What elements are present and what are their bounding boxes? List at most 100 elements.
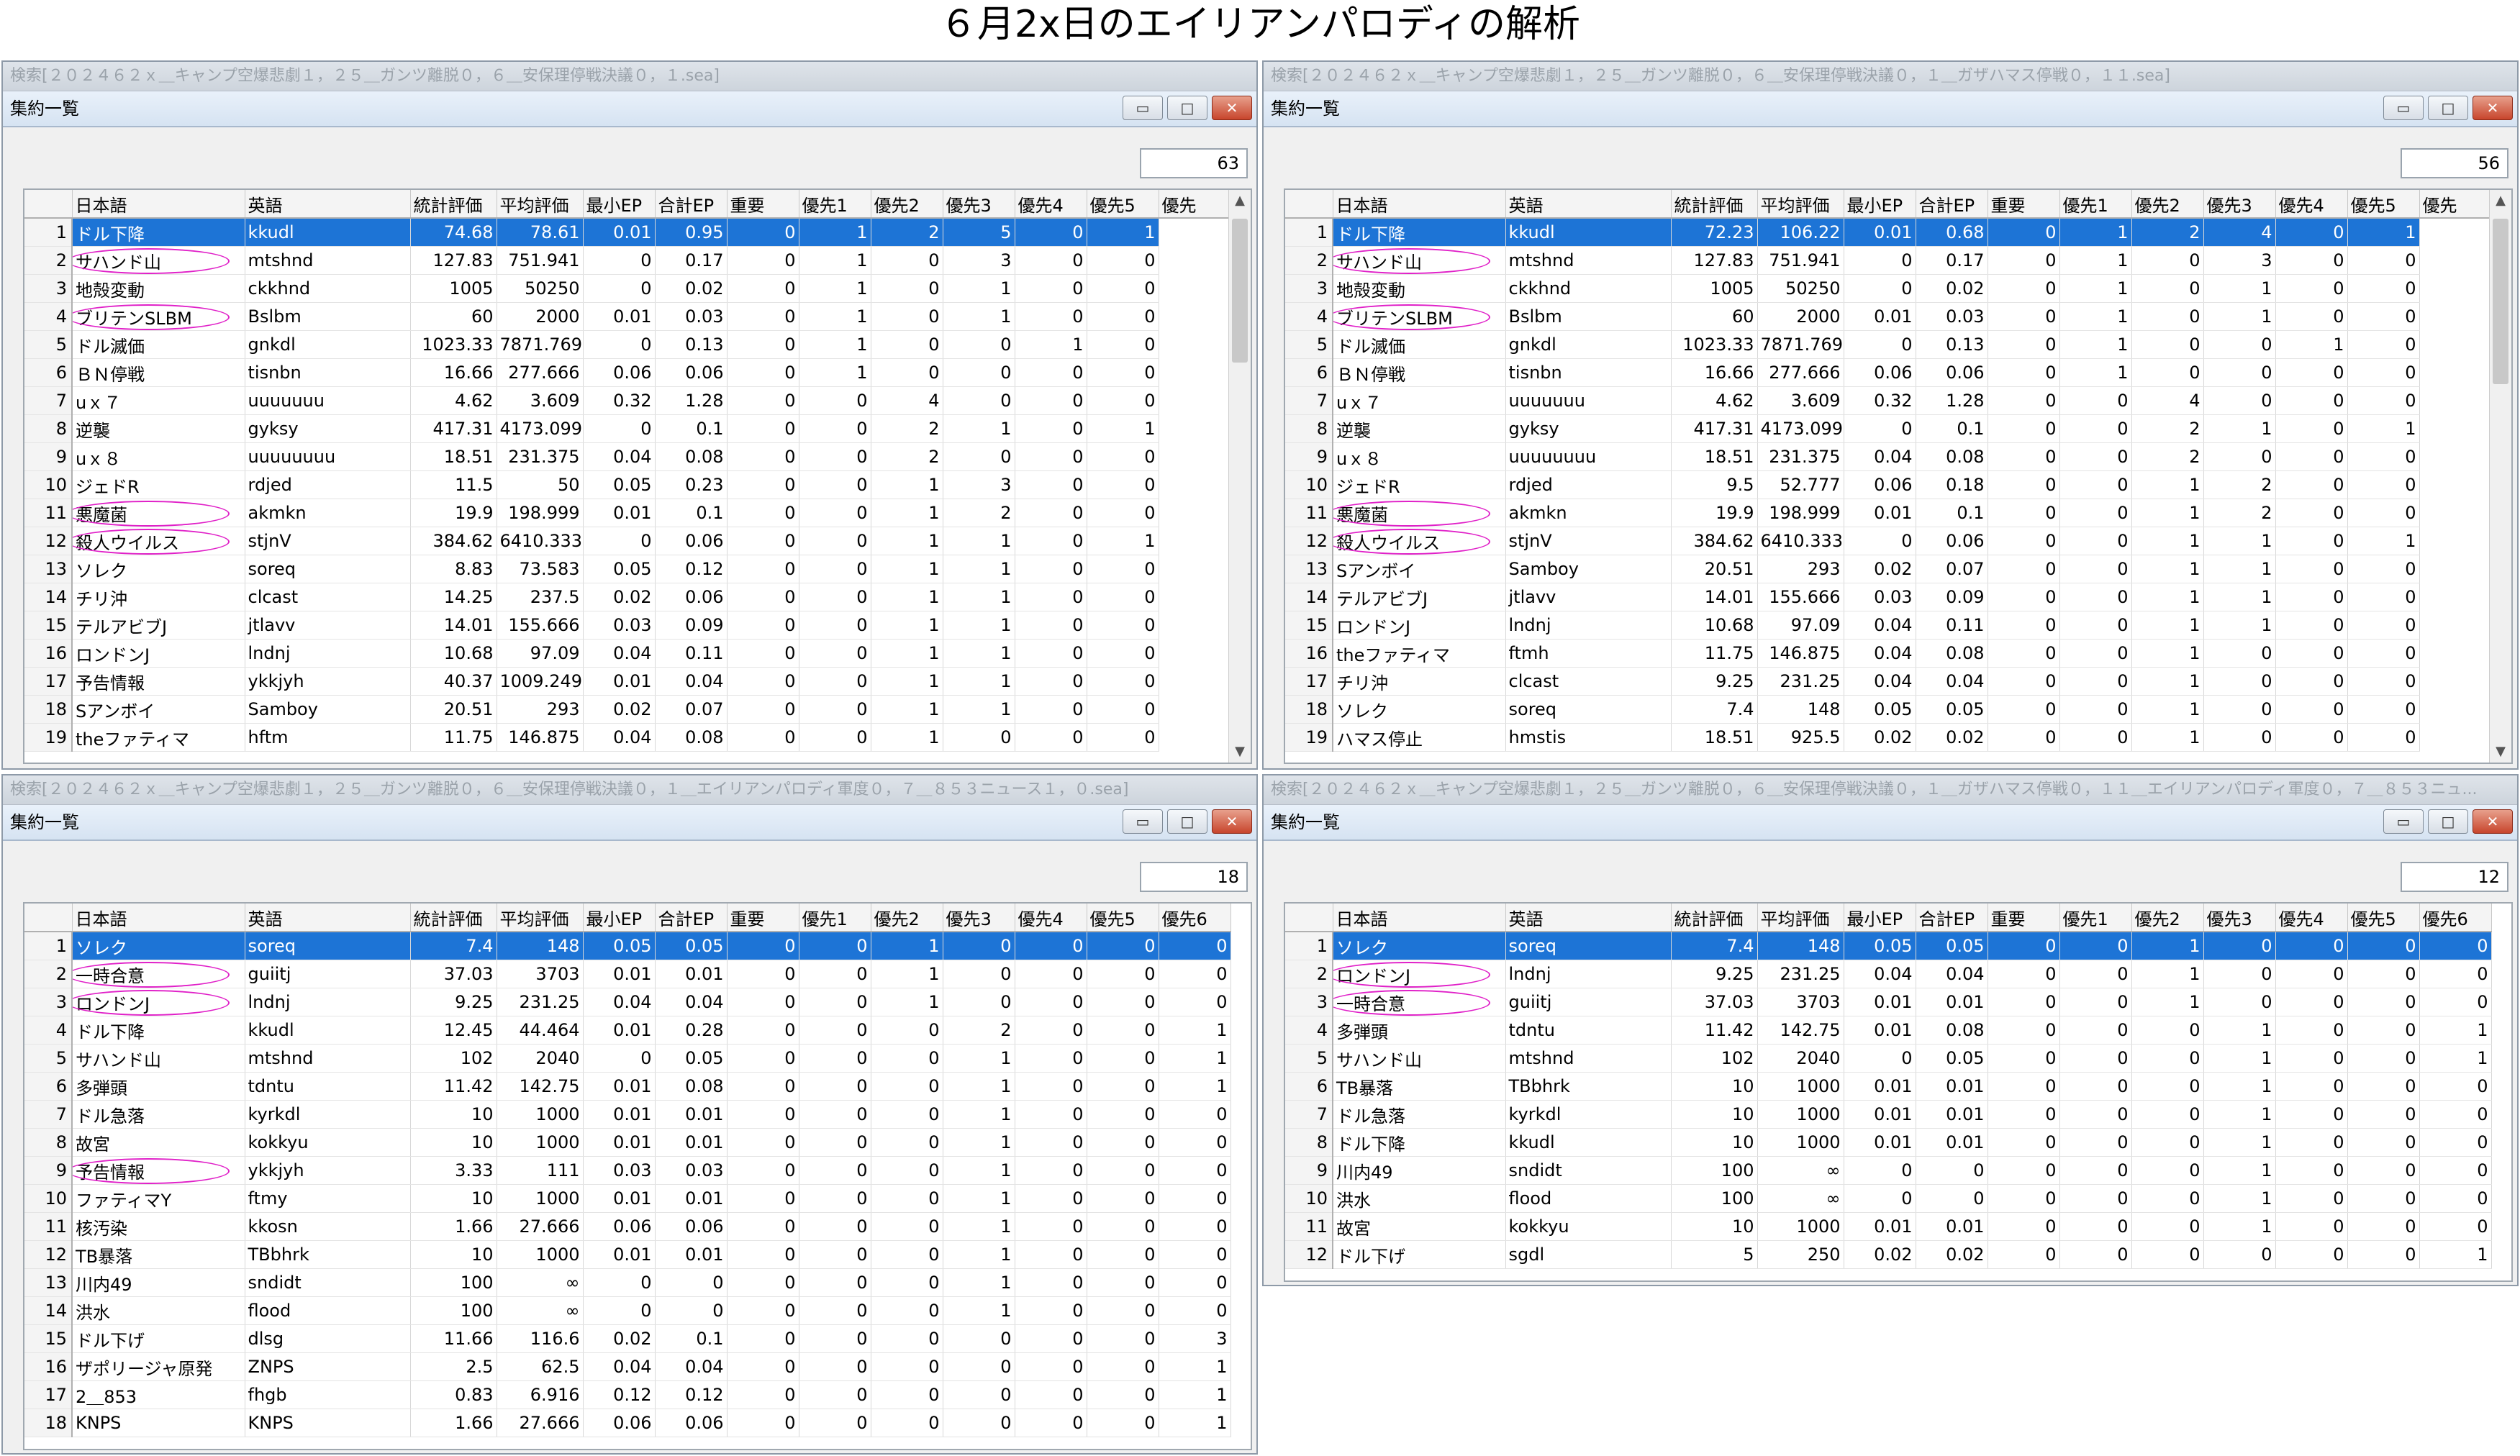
table-row[interactable]: 6 多弾頭 tdntu 11.42 142.75 0.01 0.08 0 0 0 1 0 0 1 xyxy=(24,1072,1231,1101)
table-row[interactable]: 9 予告情報 ykkjyh 3.33 111 0.03 0.03 0 0 0 1 0 0 0 xyxy=(24,1156,1231,1185)
table-row[interactable]: 15 ドル下げ dlsg 11.66 116.6 0.02 0.1 0 0 0 0 0 0 3 xyxy=(24,1324,1231,1353)
minimize-button[interactable]: ▭ xyxy=(2383,96,2424,120)
column-header[interactable]: 最小EP xyxy=(1844,904,1916,932)
table-row[interactable]: 11 核汚染 kkosn 1.66 27.666 0.06 0.06 0 0 0 1 0 0 0 xyxy=(24,1212,1231,1241)
table-row[interactable]: 8 ドル下降 kkudl 10 1000 0.01 0.01 0 0 0 1 0 0 0 xyxy=(1285,1128,2492,1157)
table-row[interactable]: 10 ジェドR rdjed 9.5 52.777 0.06 0.18 0 0 1 2 0 0 xyxy=(1285,470,2491,499)
table-row[interactable]: 1 ドル下降 kkudl 74.68 78.61 0.01 0.95 0 1 2 5 0 1 xyxy=(24,218,1230,247)
column-header[interactable]: 優先3 xyxy=(2203,190,2276,219)
table-row[interactable]: 11 悪魔菌 akmkn 19.9 198.999 0.01 0.1 0 0 1 2 0 0 xyxy=(24,499,1230,527)
maximize-button[interactable]: □ xyxy=(1167,809,1207,834)
table-row[interactable]: 4 多弾頭 tdntu 11.42 142.75 0.01 0.08 0 0 0 1 0 0 1 xyxy=(1285,1016,2492,1045)
column-header[interactable]: 最小EP xyxy=(583,904,656,932)
column-header[interactable]: 優先6 xyxy=(2419,904,2492,932)
table-row[interactable]: 13 川内49 sndidt 100 ∞ 0 0 0 0 0 1 0 0 0 xyxy=(24,1268,1231,1297)
table-row[interactable]: 8 故宮 kokkyu 10 1000 0.01 0.01 0 0 0 1 0 0 0 xyxy=(24,1128,1231,1157)
column-header[interactable]: 日本語 xyxy=(72,190,245,219)
column-header[interactable]: 合計EP xyxy=(655,190,728,219)
table-row[interactable]: 14 テルアビブJ jtlavv 14.01 155.666 0.03 0.09 0 0 1 1 0 0 xyxy=(1285,583,2491,611)
table-row[interactable]: 1 ソレク soreq 7.4 148 0.05 0.05 0 0 1 0 0 0 0 xyxy=(1285,932,2492,960)
results-grid[interactable]: 日本語 英語 統計評価 平均評価 最小EP 合計EP 重要 優先1 優先2 優先3 優先4 優先5 優先… xyxy=(1284,188,2513,764)
close-button[interactable]: ✕ xyxy=(1212,809,1252,834)
column-header[interactable]: 優先3 xyxy=(943,190,1015,219)
column-header[interactable]: 重要 xyxy=(727,904,799,932)
table-row[interactable]: 18 ソレク soreq 7.4 148 0.05 0.05 0 0 1 0 0 0 xyxy=(1285,695,2491,724)
table-row[interactable]: 3 一時合意 guiitj 37.03 3703 0.01 0.01 0 0 1 0 0 0 0 xyxy=(1285,988,2492,1016)
results-grid[interactable]: 日本語 英語 統計評価 平均評価 最小EP 合計EP 重要 優先1 優先2 優先3 優先4 優先5 優先… xyxy=(23,902,1252,1450)
table-row[interactable]: 11 悪魔菌 akmkn 19.9 198.999 0.01 0.1 0 0 1 2 0 0 xyxy=(1285,499,2491,527)
column-header[interactable]: 優先5 xyxy=(1087,904,1159,932)
table-row[interactable]: 5 サハンド山 mtshnd 102 2040 0 0.05 0 0 0 1 0 0 1 xyxy=(24,1044,1231,1073)
table-row[interactable]: 19 ハマス停止 hmstis 18.51 925.5 0.02 0.02 0 0 1 0 0 0 xyxy=(1285,723,2491,752)
table-row[interactable]: 7 ドル急落 kyrkdl 10 1000 0.01 0.01 0 0 0 1 0 0 0 xyxy=(1285,1100,2492,1129)
close-button[interactable]: ✕ xyxy=(2473,809,2513,834)
table-row[interactable]: 7 uｘ７ uuuuuuu 4.62 3.609 0.32 1.28 0 0 4 0 0 0 xyxy=(1285,386,2491,415)
table-row[interactable]: 10 ジェドR rdjed 11.5 50 0.05 0.23 0 0 1 3 0 0 xyxy=(24,470,1230,499)
table-row[interactable]: 19 theファティマ hftm 11.75 146.875 0.04 0.08 0 0 1 0 0 0 xyxy=(24,723,1230,752)
table-row[interactable]: 6 TB暴落 TBbhrk 10 1000 0.01 0.01 0 0 0 1 0 0 0 xyxy=(1285,1072,2492,1101)
table-row[interactable]: 2 一時合意 guiitj 37.03 3703 0.01 0.01 0 0 1 0 0 0 0 xyxy=(24,960,1231,988)
column-header[interactable]: 優先5 xyxy=(2347,904,2420,932)
close-button[interactable]: ✕ xyxy=(2473,96,2513,120)
column-header[interactable]: 優先2 xyxy=(2131,190,2204,219)
table-row[interactable]: 15 ロンドンJ lndnj 10.68 97.09 0.04 0.11 0 0 1 1 0 0 xyxy=(1285,611,2491,640)
table-row[interactable]: 4 ブリテンSLBM Bslbm 60 2000 0.01 0.03 0 1 0 1 0 0 xyxy=(1285,302,2491,331)
scroll-up-icon[interactable]: ▲ xyxy=(1229,190,1251,211)
column-header[interactable]: 重要 xyxy=(727,190,799,219)
column-header[interactable]: 優先3 xyxy=(943,904,1015,932)
column-header[interactable]: 優先2 xyxy=(871,904,943,932)
table-row[interactable]: 4 ブリテンSLBM Bslbm 60 2000 0.01 0.03 0 1 0 1 0 0 xyxy=(24,302,1230,331)
column-header[interactable]: 優先4 xyxy=(2275,190,2348,219)
scroll-down-icon[interactable]: ▼ xyxy=(1229,741,1251,763)
column-header[interactable]: 統計評価 xyxy=(1671,190,1758,219)
table-row[interactable]: 5 サハンド山 mtshnd 102 2040 0 0.05 0 0 0 1 0 0 1 xyxy=(1285,1044,2492,1073)
table-row[interactable]: 10 洪水 flood 100 ∞ 0 0 0 0 0 1 0 0 0 xyxy=(1285,1184,2492,1213)
table-row[interactable]: 18 Sアンボイ Samboy 20.51 293 0.02 0.07 0 0 1 1 0 0 xyxy=(24,695,1230,724)
table-row[interactable]: 13 Sアンボイ Samboy 20.51 293 0.02 0.07 0 0 1 1 0 0 xyxy=(1285,555,2491,583)
table-row[interactable]: 4 ドル下降 kkudl 12.45 44.464 0.01 0.28 0 0 0 2 0 0 1 xyxy=(24,1016,1231,1045)
column-header[interactable]: 優先2 xyxy=(871,190,943,219)
table-row[interactable]: 1 ソレク soreq 7.4 148 0.05 0.05 0 0 1 0 0 0 0 xyxy=(24,932,1231,960)
column-header[interactable]: 日本語 xyxy=(72,904,245,932)
column-header[interactable]: 平均評価 xyxy=(1757,904,1844,932)
table-row[interactable]: 2 サハンド山 mtshnd 127.83 751.941 0 0.17 0 1 0 3 0 0 xyxy=(1285,246,2491,275)
column-header[interactable]: 合計EP xyxy=(1916,904,1988,932)
column-header[interactable]: 優先5 xyxy=(2347,190,2420,219)
table-row[interactable]: 17 チリ沖 clcast 9.25 231.25 0.04 0.04 0 0 1 0 0 0 xyxy=(1285,667,2491,696)
table-row[interactable]: 5 ドル滅価 gnkdl 1023.33 7871.769 0 0.13 0 1 0 0 1 0 xyxy=(24,330,1230,359)
vertical-scrollbar[interactable]: ▲ ▼ xyxy=(1228,190,1251,763)
column-header[interactable]: 優先4 xyxy=(2275,904,2348,932)
table-row[interactable]: 12 殺人ウイルス stjnV 384.62 6410.333 0 0.06 0 0 1 1 0 1 xyxy=(1285,527,2491,555)
column-header[interactable]: 日本語 xyxy=(1333,904,1506,932)
table-row[interactable]: 9 uｘ８ uuuuuuuu 18.51 231.375 0.04 0.08 0 0 2 0 0 0 xyxy=(1285,442,2491,471)
scroll-thumb[interactable] xyxy=(1232,219,1248,363)
results-grid[interactable]: 日本語 英語 統計評価 平均評価 最小EP 合計EP 重要 優先1 優先2 優先3 優先4 優先5 優先… xyxy=(1284,902,2513,1282)
table-row[interactable]: 3 地殻変動 ckkhnd 1005 50250 0 0.02 0 1 0 1 0 0 xyxy=(24,274,1230,303)
table-row[interactable]: 3 地殻変動 ckkhnd 1005 50250 0 0.02 0 1 0 1 0 0 xyxy=(1285,274,2491,303)
close-button[interactable]: ✕ xyxy=(1212,96,1252,120)
table-row[interactable]: 2 ロンドンJ lndnj 9.25 231.25 0.04 0.04 0 0 1 0 0 0 0 xyxy=(1285,960,2492,988)
table-row[interactable]: 15 テルアビブJ jtlavv 14.01 155.666 0.03 0.09 0 0 1 1 0 0 xyxy=(24,611,1230,640)
column-header[interactable]: 日本語 xyxy=(1333,190,1506,219)
column-header[interactable]: 優先5 xyxy=(1087,190,1159,219)
table-row[interactable]: 3 ロンドンJ lndnj 9.25 231.25 0.04 0.04 0 0 1 0 0 0 0 xyxy=(24,988,1231,1016)
column-header[interactable]: 優先1 xyxy=(2059,904,2132,932)
scroll-down-icon[interactable]: ▼ xyxy=(2490,741,2511,763)
minimize-button[interactable]: ▭ xyxy=(1123,809,1163,834)
table-row[interactable]: 13 ソレク soreq 8.83 73.583 0.05 0.12 0 0 1 1 0 0 xyxy=(24,555,1230,583)
table-row[interactable]: 8 逆襲 gyksy 417.31 4173.099 0 0.1 0 0 2 1 0 1 xyxy=(1285,414,2491,443)
table-row[interactable]: 12 ドル下げ sgdl 5 250 0.02 0.02 0 0 0 0 0 0 1 xyxy=(1285,1240,2492,1269)
column-header[interactable]: 統計評価 xyxy=(410,904,497,932)
column-header[interactable]: 英語 xyxy=(245,904,411,932)
column-header[interactable]: 優先6 xyxy=(1159,904,1231,932)
table-row[interactable]: 11 故宮 kokkyu 10 1000 0.01 0.01 0 0 0 1 0 0 0 xyxy=(1285,1212,2492,1241)
column-header[interactable]: 優先1 xyxy=(2059,190,2132,219)
column-header[interactable]: 平均評価 xyxy=(497,904,584,932)
column-header[interactable]: 優先1 xyxy=(799,904,871,932)
table-row[interactable]: 12 殺人ウイルス stjnV 384.62 6410.333 0 0.06 0 0 1 1 0 1 xyxy=(24,527,1230,555)
column-header[interactable]: 英語 xyxy=(1505,190,1672,219)
column-header[interactable]: 優先3 xyxy=(2203,904,2276,932)
minimize-button[interactable]: ▭ xyxy=(2383,809,2424,834)
column-header[interactable]: 統計評価 xyxy=(1671,904,1758,932)
column-header[interactable]: 英語 xyxy=(1505,904,1672,932)
